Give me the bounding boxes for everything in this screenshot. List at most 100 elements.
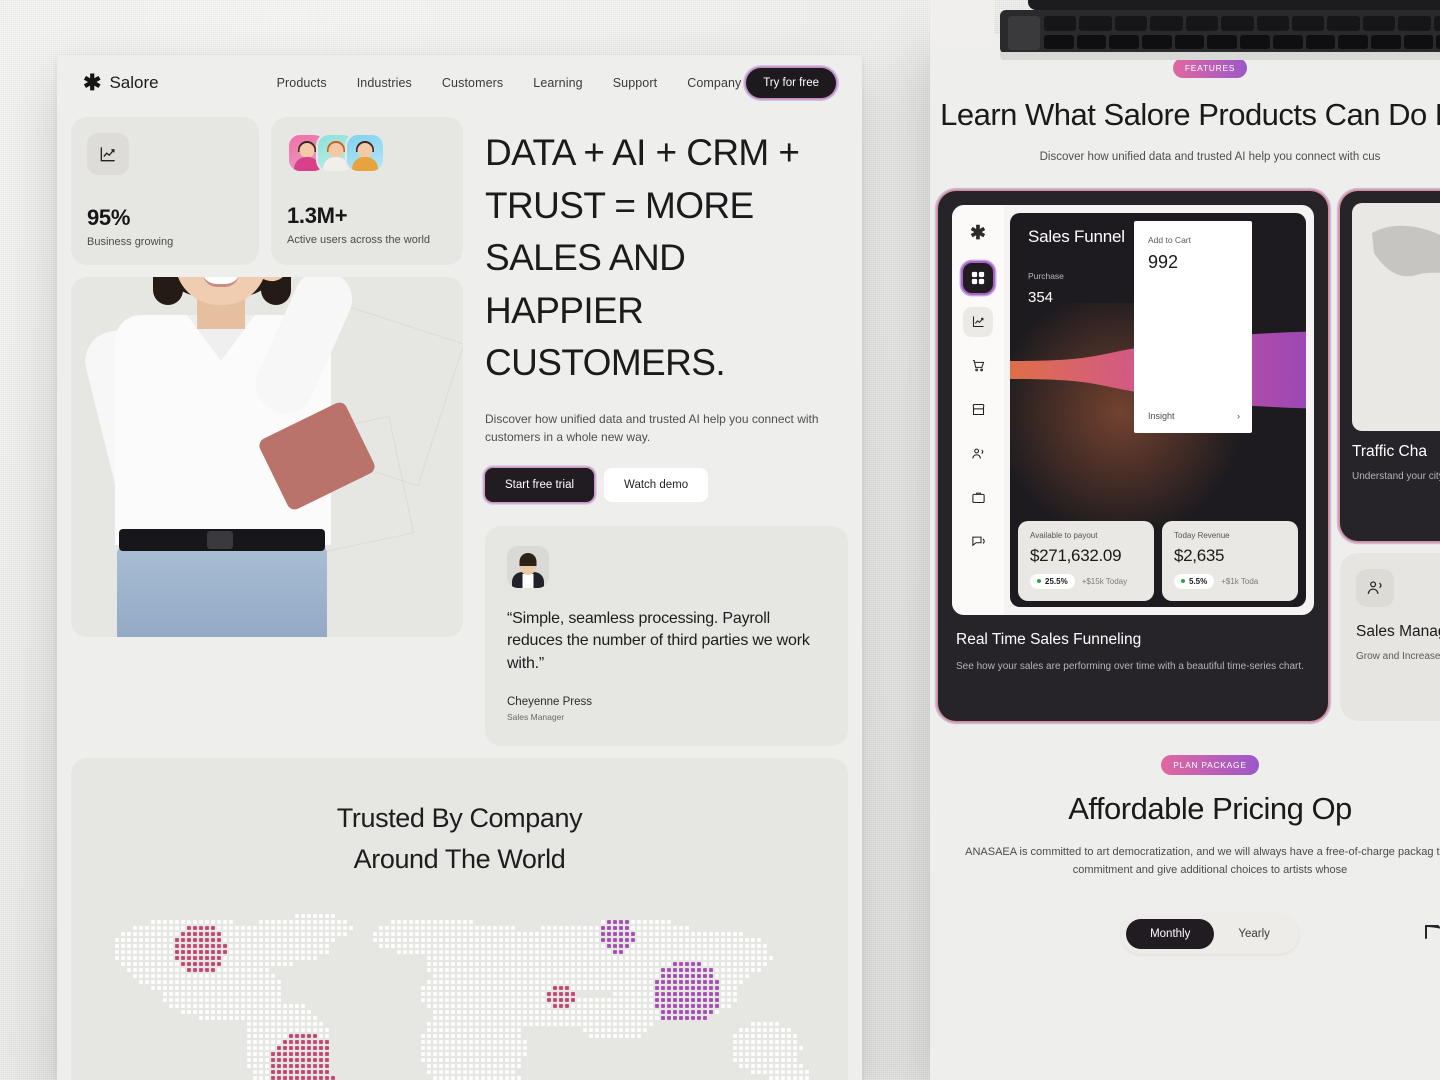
stat-value: 95% <box>87 205 131 230</box>
right-page-mockup: FEATURES Learn What Salore Products Can … <box>930 34 1440 1080</box>
cursor-arrow-icon <box>1420 920 1440 965</box>
hero-section: 95% Business growing 1.3M+ Active users … <box>57 111 862 746</box>
feature-card-description: See how your sales are performing over t… <box>956 660 1304 672</box>
trusted-title-line2: Around The World <box>353 843 566 874</box>
funnel-stage-value: 354 <box>1028 288 1054 306</box>
page-corner-panel <box>930 0 994 50</box>
users-icon <box>1356 568 1394 607</box>
testimonial-quote: “Simple, seamless processing. Payroll re… <box>507 609 810 673</box>
feature-card-title: Sales Manag <box>1356 622 1440 640</box>
stat-card-business-growing: 95% Business growing <box>71 117 259 265</box>
metric-value: $2,635 <box>1174 545 1225 565</box>
metric-change: 5.5% <box>1189 576 1208 586</box>
dotted-world-map <box>71 898 848 1080</box>
feature-card-sales-funneling: ✱ Sales Funnel Purchase 354 Add to Cart … <box>938 190 1328 721</box>
stat-value: 1.3M+ <box>287 203 348 228</box>
funnel-stage-label: Add to Cart <box>1148 234 1191 245</box>
testimonial-role: Sales Manager <box>507 711 565 722</box>
feature-card-traffic-channel: Traffic Cha Understand your city level. <box>1340 190 1440 541</box>
left-page-mockup: ✱ Salore Products Industries Customers L… <box>57 55 862 1080</box>
sidebar-item-users[interactable] <box>963 439 993 469</box>
feature-card-description: Grow and Increase sales. <box>1356 650 1440 662</box>
asterisk-icon: ✱ <box>970 223 986 245</box>
start-free-trial-button[interactable]: Start free trial <box>485 467 595 502</box>
sidebar-item-store[interactable] <box>963 395 993 425</box>
insight-label: Insight <box>1148 410 1175 421</box>
brand-logo[interactable]: ✱ Salore <box>83 72 159 94</box>
feature-card-description: Understand your city level. <box>1352 470 1440 482</box>
pricing-section: PLAN PACKAGE Affordable Pricing Op ANASA… <box>930 721 1440 955</box>
toggle-option-yearly[interactable]: Yearly <box>1214 919 1294 949</box>
nav-link-company[interactable]: Company <box>687 76 741 90</box>
hero-photo-card <box>71 277 463 637</box>
status-badge: 5.5% <box>1174 573 1215 589</box>
page-title: DATA + AI + CRM + TRUST = MORE SALES AND… <box>485 132 800 384</box>
nav-link-industries[interactable]: Industries <box>357 76 412 90</box>
side-feature-cards: Traffic Cha Understand your city level. … <box>1340 190 1440 721</box>
funnel-stage-highlight[interactable]: Add to Cart 992 Insight › <box>1134 220 1252 433</box>
trusted-title-line1: Trusted By Company <box>336 802 583 833</box>
hero-portrait-image <box>78 277 379 637</box>
stat-card-active-users: 1.3M+ Active users across the world <box>271 117 463 265</box>
features-subtitle: Discover how unified data and trusted AI… <box>1039 150 1381 163</box>
insight-link[interactable]: Insight › <box>1148 411 1240 421</box>
sidebar-item-chat[interactable] <box>963 527 993 557</box>
nav-link-products[interactable]: Products <box>277 76 327 90</box>
nav-links: Products Industries Customers Learning S… <box>277 76 742 90</box>
line-chart-icon <box>87 133 129 175</box>
metric-label: Available to payout <box>1030 530 1098 540</box>
metric-note: +$15k Today <box>1081 576 1128 586</box>
stat-label: Business growing <box>87 236 174 248</box>
avatar <box>507 545 549 588</box>
map-thumbnail <box>1352 202 1440 431</box>
laptop-device-image <box>1000 0 1440 60</box>
sidebar-item-briefcase[interactable] <box>963 483 993 513</box>
navigation-bar: ✱ Salore Products Industries Customers L… <box>57 55 862 111</box>
metric-card-payout: Available to payout $271,632.09 25.5% +$… <box>1018 520 1154 601</box>
funnel-stage-value: 992 <box>1148 251 1179 272</box>
dashboard-preview: ✱ Sales Funnel Purchase 354 Add to Cart … <box>952 204 1314 615</box>
keyboard-number-row <box>1044 35 1440 49</box>
trusted-by-section: Trusted By Company Around The World Pris… <box>71 757 848 1080</box>
metric-note: +$1k Toda <box>1221 576 1259 586</box>
hero-subtitle: Discover how unified data and trusted AI… <box>485 411 819 444</box>
feature-card-title: Real Time Sales Funneling <box>956 630 1142 648</box>
feature-card-title: Traffic Cha <box>1352 442 1427 460</box>
toggle-option-monthly[interactable]: Monthly <box>1126 919 1215 950</box>
stat-cards: 95% Business growing 1.3M+ Active users … <box>71 117 463 265</box>
trusted-title: Trusted By Company Around The World <box>71 798 848 880</box>
sidebar-item-analytics[interactable] <box>963 306 993 337</box>
avatar-group-icon <box>287 133 447 173</box>
testimonial-card: “Simple, seamless processing. Payroll re… <box>485 525 848 746</box>
nav-link-support[interactable]: Support <box>613 76 657 90</box>
testimonial-author: Cheyenne Press <box>507 695 593 708</box>
dashboard-sidebar: ✱ <box>952 204 1004 615</box>
feature-card-sales-management: Sales Manag Grow and Increase sales. <box>1340 552 1440 721</box>
pricing-description: ANASAEA is committed to art democratizat… <box>965 845 1440 877</box>
watch-demo-button[interactable]: Watch demo <box>604 467 709 502</box>
brand-name: Salore <box>109 73 159 92</box>
metric-card-revenue: Today Revenue $2,635 5.5% +$1k Toda <box>1162 520 1298 601</box>
try-for-free-button[interactable]: Try for free <box>746 68 836 98</box>
avatar <box>345 133 385 173</box>
hero-right-column: DATA + AI + CRM + TRUST = MORE SALES AND… <box>475 117 848 746</box>
feature-cards-row: ✱ Sales Funnel Purchase 354 Add to Cart … <box>930 163 1440 721</box>
funnel-stage-label: Purchase <box>1028 270 1064 281</box>
dashboard-metric-cards: Available to payout $271,632.09 25.5% +$… <box>1018 520 1298 601</box>
metric-label: Today Revenue <box>1174 530 1230 540</box>
billing-toggle[interactable]: Monthly Yearly <box>1121 914 1299 955</box>
billing-toggle-wrap: Monthly Yearly <box>930 914 1440 955</box>
nav-link-learning[interactable]: Learning <box>533 76 582 90</box>
pricing-title: Affordable Pricing Op <box>1068 790 1352 826</box>
stat-label: Active users across the world <box>287 234 431 246</box>
metric-change: 25.5% <box>1045 576 1068 586</box>
nav-link-customers[interactable]: Customers <box>442 76 503 90</box>
sidebar-item-cart[interactable] <box>963 351 993 381</box>
funnel-stage: Purchase 354 <box>1028 271 1104 306</box>
sidebar-item-grid[interactable] <box>963 262 993 293</box>
pricing-badge: PLAN PACKAGE <box>1161 754 1259 775</box>
status-badge: 25.5% <box>1030 573 1075 589</box>
gray-map-shape <box>1372 225 1440 277</box>
dashboard-main-panel: Sales Funnel Purchase 354 Add to Cart 99… <box>1010 212 1306 607</box>
chevron-right-icon: › <box>1237 410 1240 421</box>
